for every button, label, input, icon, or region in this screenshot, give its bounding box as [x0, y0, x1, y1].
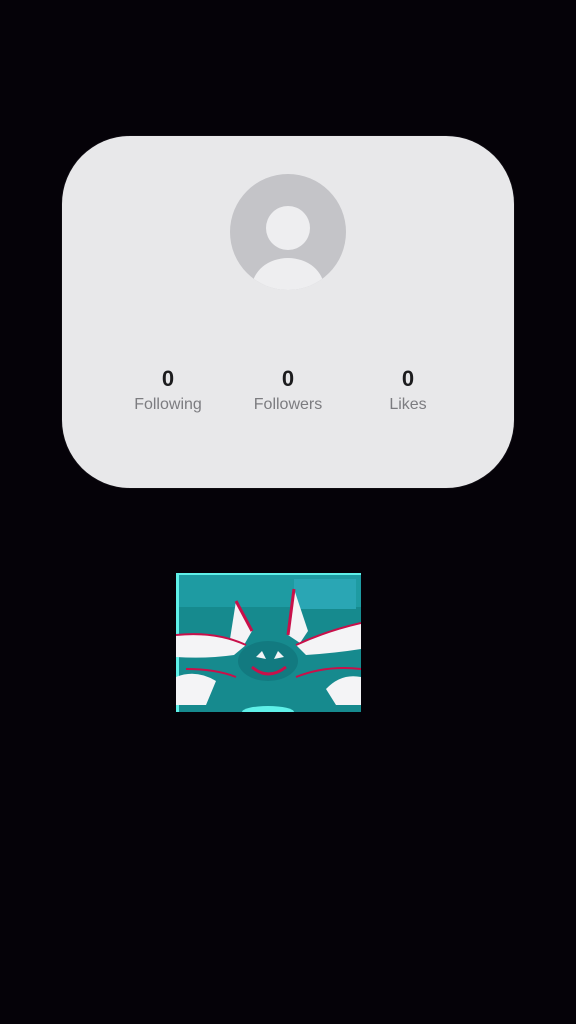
following-count: 0 [161, 366, 175, 391]
avatar-body [252, 258, 324, 290]
followers-label: Followers [253, 396, 323, 413]
stat-followers[interactable]: 0 Followers [228, 366, 348, 416]
likes-count: 0 [401, 366, 415, 391]
profile-stats: 0 Following 0 Followers 0 Likes [108, 366, 468, 416]
stat-likes[interactable]: 0 Likes [348, 366, 468, 416]
followers-count: 0 [281, 366, 295, 391]
likes-label: Likes [389, 396, 427, 413]
profile-screen: 0 Following 0 Followers 0 Likes [0, 0, 576, 1024]
video-thumbnail-art [176, 573, 361, 712]
profile-card: 0 Following 0 Followers 0 Likes [62, 136, 514, 488]
following-label: Following [134, 396, 202, 413]
default-avatar-icon[interactable] [230, 174, 346, 290]
stat-following[interactable]: 0 Following [108, 366, 228, 416]
avatar-head [266, 206, 310, 250]
video-thumbnail[interactable] [176, 573, 361, 712]
